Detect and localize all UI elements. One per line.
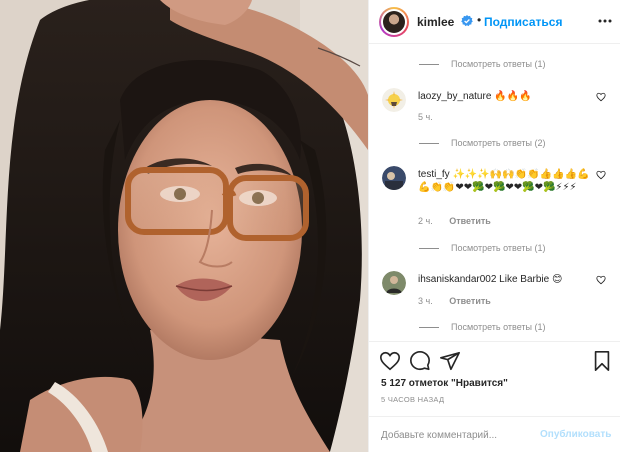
like-heart-icon[interactable] bbox=[379, 350, 401, 372]
view-replies-label: Посмотреть ответы (1) bbox=[451, 59, 546, 69]
follow-button[interactable]: Подписаться bbox=[484, 15, 562, 29]
author-avatar[interactable] bbox=[379, 7, 409, 37]
post-timestamp[interactable]: 5 ЧАСОВ НАЗАД bbox=[381, 395, 444, 404]
post-header: kimlee • Подписаться bbox=[369, 0, 620, 44]
publish-button[interactable]: Опубликовать bbox=[540, 429, 611, 440]
comments-list[interactable]: Посмотреть ответы (1) laozy_by_nature 🔥🔥… bbox=[369, 45, 620, 341]
comment-meta: 2 ч. Ответить bbox=[418, 216, 491, 226]
author-username[interactable]: kimlee bbox=[417, 15, 454, 29]
add-comment-bar: Опубликовать bbox=[369, 416, 620, 452]
comment-time: 5 ч. bbox=[418, 112, 433, 122]
view-replies-button[interactable]: Посмотреть ответы (1) bbox=[419, 322, 546, 332]
reply-button[interactable]: Ответить bbox=[449, 216, 491, 226]
heart-icon[interactable] bbox=[596, 170, 606, 180]
view-replies-label: Посмотреть ответы (1) bbox=[451, 243, 546, 253]
comment-item: laozy_by_nature 🔥🔥🔥 5 ч. bbox=[382, 88, 614, 122]
share-send-icon[interactable] bbox=[439, 350, 461, 372]
heart-icon[interactable] bbox=[596, 92, 606, 102]
post-sidebar: kimlee • Подписаться Посмотреть ответы (… bbox=[368, 0, 620, 452]
comment-text: testi_fy ✨✨✨🙌🙌👏👏👍👍👍💪💪👏👏❤❤🥦❤🥦❤❤🥦❤🥦⚡⚡⚡ bbox=[418, 169, 590, 193]
more-options-icon[interactable] bbox=[597, 13, 613, 29]
comment-time: 3 ч. bbox=[418, 296, 433, 306]
comment-author[interactable]: testi_fy bbox=[418, 169, 450, 180]
commenter-avatar[interactable] bbox=[382, 88, 406, 112]
post-photo[interactable] bbox=[0, 0, 368, 452]
comment-item: ihsaniskandar002 Like Barbie 😊 3 ч. Отве… bbox=[382, 271, 614, 309]
view-replies-button[interactable]: Посмотреть ответы (1) bbox=[419, 59, 546, 69]
comment-text: laozy_by_nature 🔥🔥🔥 bbox=[418, 91, 532, 102]
comment-text: ihsaniskandar002 Like Barbie 😊 bbox=[418, 274, 563, 285]
portrait-photo bbox=[0, 0, 368, 452]
verified-badge-icon bbox=[461, 15, 473, 27]
comment-bubble-icon[interactable] bbox=[409, 350, 431, 372]
comment-author[interactable]: laozy_by_nature bbox=[418, 91, 491, 102]
comment-author[interactable]: ihsaniskandar002 bbox=[418, 274, 496, 285]
comment-time: 2 ч. bbox=[418, 216, 433, 226]
comment-input[interactable] bbox=[381, 427, 531, 443]
post-actions: 5 127 отметок "Нравится" 5 ЧАСОВ НАЗАД О… bbox=[369, 341, 620, 452]
header-separator: • bbox=[477, 13, 482, 27]
instagram-post: kimlee • Подписаться Посмотреть ответы (… bbox=[0, 0, 620, 452]
view-replies-button[interactable]: Посмотреть ответы (2) bbox=[419, 138, 546, 148]
commenter-avatar[interactable] bbox=[382, 271, 406, 295]
view-replies-button[interactable]: Посмотреть ответы (1) bbox=[419, 243, 546, 253]
view-replies-label: Посмотреть ответы (2) bbox=[451, 138, 546, 148]
comment-meta: 5 ч. bbox=[418, 112, 433, 122]
bookmark-icon[interactable] bbox=[591, 350, 613, 372]
reply-button[interactable]: Ответить bbox=[449, 296, 491, 306]
comment-item: testi_fy ✨✨✨🙌🙌👏👏👍👍👍💪💪👏👏❤❤🥦❤🥦❤❤🥦❤🥦⚡⚡⚡ 2 ч… bbox=[382, 166, 614, 226]
view-replies-label: Посмотреть ответы (1) bbox=[451, 322, 546, 332]
comment-meta: 3 ч. Ответить bbox=[418, 296, 491, 306]
heart-icon[interactable] bbox=[596, 275, 606, 285]
like-count[interactable]: 5 127 отметок "Нравится" bbox=[381, 378, 508, 389]
commenter-avatar[interactable] bbox=[382, 166, 406, 190]
